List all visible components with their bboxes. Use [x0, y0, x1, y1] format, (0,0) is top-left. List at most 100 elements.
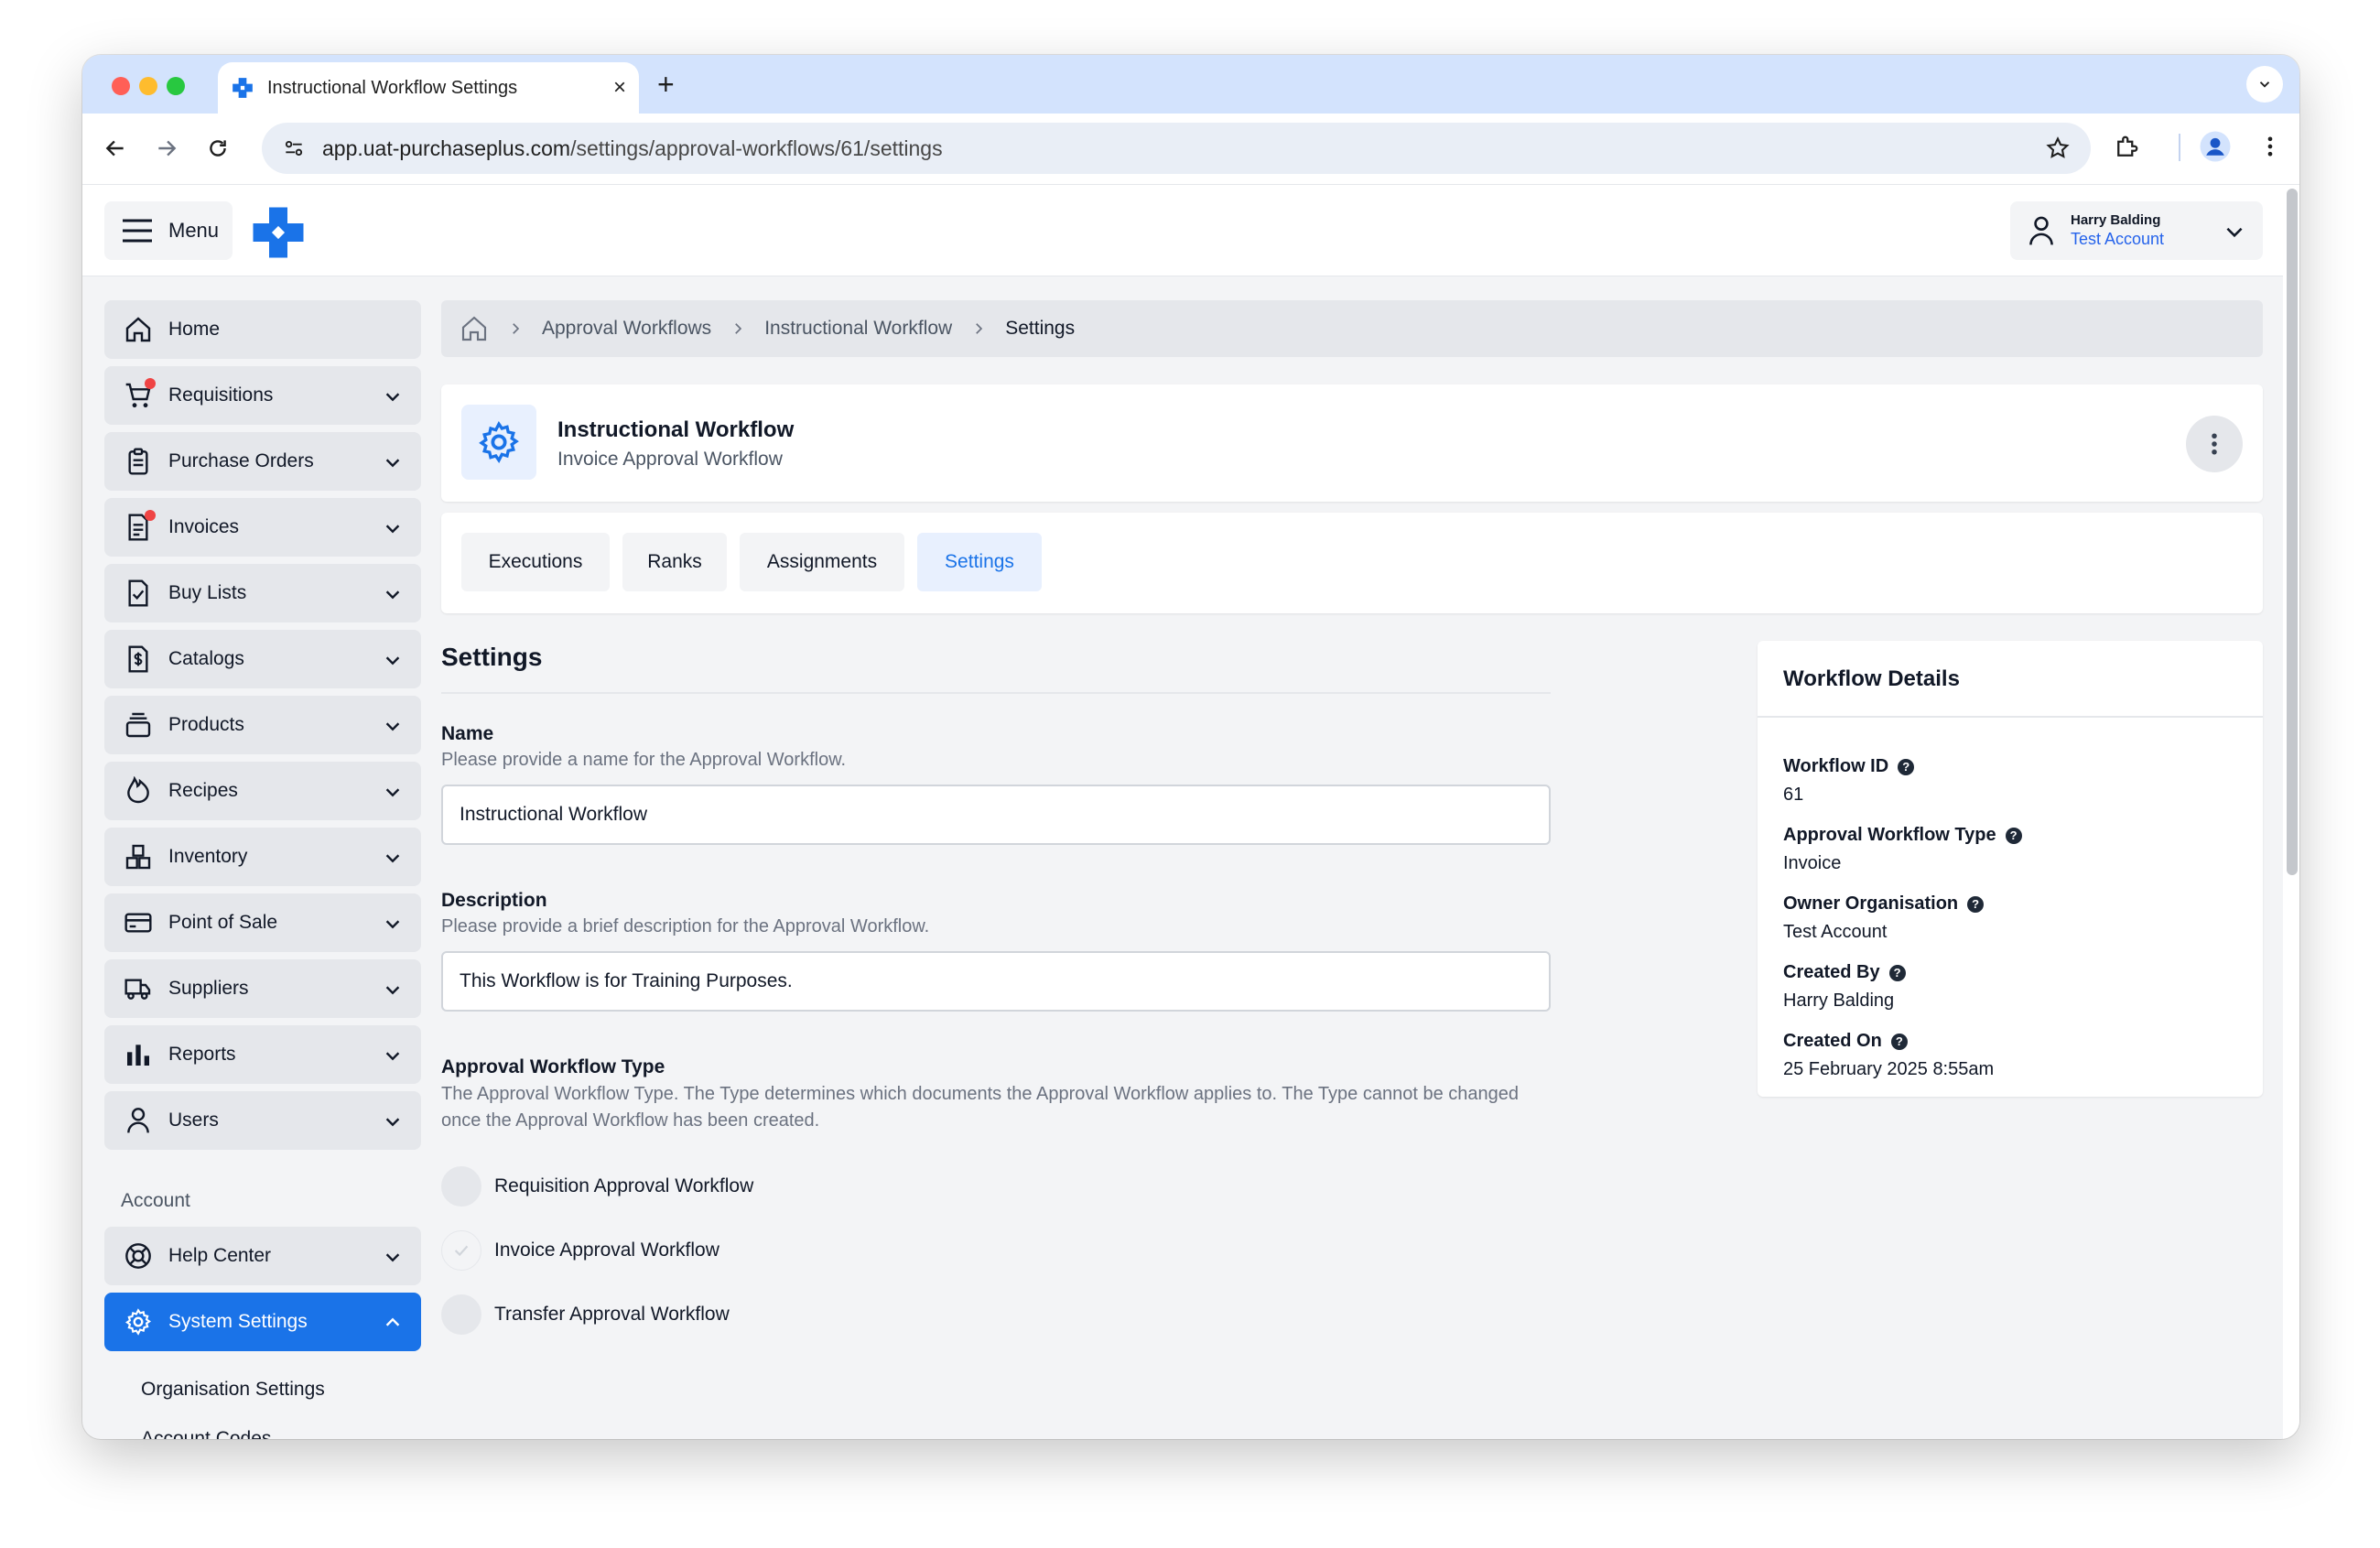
- radio-label: Transfer Approval Workflow: [494, 1304, 730, 1325]
- stack-icon: [123, 709, 154, 741]
- detail-label: Created On: [1783, 1031, 1882, 1051]
- user-account: Test Account: [2071, 230, 2165, 248]
- chevron-right-icon: [730, 320, 746, 337]
- description-help: Please provide a brief description for t…: [441, 916, 930, 936]
- chevron-right-icon: [507, 320, 524, 337]
- sidebar-item-catalogs[interactable]: Catalogs: [104, 630, 421, 688]
- sidebar-item-label: Invoices: [168, 516, 240, 537]
- sidebar-item-buy-lists[interactable]: Buy Lists: [104, 564, 421, 622]
- radio-button-selected[interactable]: [441, 1230, 481, 1271]
- user-menu[interactable]: Harry Balding Test Account: [2010, 201, 2263, 260]
- boxes-icon: [123, 841, 154, 872]
- detail-label: Approval Workflow Type: [1783, 825, 1996, 845]
- help-icon[interactable]: ?: [1967, 895, 1985, 913]
- sidebar-item-label: Products: [168, 714, 244, 735]
- back-button[interactable]: [101, 134, 130, 163]
- browser-tab[interactable]: Instructional Workflow Settings ×: [218, 62, 639, 114]
- user-icon: [123, 1105, 154, 1136]
- detail-value: Invoice: [1783, 853, 1842, 873]
- kebab-menu-icon: [2267, 136, 2273, 157]
- radio-button[interactable]: [441, 1166, 481, 1207]
- user-icon: [2029, 216, 2053, 245]
- name-field[interactable]: [441, 785, 1551, 845]
- maximize-window-button[interactable]: [167, 77, 185, 95]
- flame-icon: [123, 775, 154, 806]
- hamburger-icon: [123, 219, 152, 243]
- sidebar-item-products[interactable]: Products: [104, 696, 421, 754]
- divider: [441, 692, 1551, 694]
- sidebar-item-system-settings[interactable]: System Settings: [104, 1293, 421, 1351]
- sidebar-item-purchase-orders[interactable]: Purchase Orders: [104, 432, 421, 491]
- home-icon[interactable]: [460, 314, 489, 343]
- sidebar-item-label: Buy Lists: [168, 582, 247, 603]
- forward-button[interactable]: [152, 134, 181, 163]
- sidebar-item-users[interactable]: Users: [104, 1091, 421, 1150]
- toolbar-divider: [2179, 134, 2180, 161]
- minimize-window-button[interactable]: [139, 77, 157, 95]
- sidebar-item-label: Help Center: [168, 1245, 272, 1266]
- user-name: Harry Balding: [2071, 212, 2161, 228]
- purchaseplus-favicon-icon: [233, 78, 253, 98]
- breadcrumb: Approval Workflows Instructional Workflo…: [441, 300, 2263, 357]
- help-icon[interactable]: ?: [1898, 758, 1915, 775]
- close-window-button[interactable]: [112, 77, 130, 95]
- radio-button[interactable]: [441, 1294, 481, 1335]
- sidebar-item-suppliers[interactable]: Suppliers: [104, 959, 421, 1018]
- tab-assignments[interactable]: Assignments: [740, 533, 904, 591]
- radio-option-invoice[interactable]: Invoice Approval Workflow: [441, 1230, 719, 1271]
- profile-button[interactable]: [2199, 130, 2232, 168]
- sidebar-item-label: Requisitions: [168, 384, 274, 406]
- workflow-type-help: The Approval Workflow Type. The Type det…: [441, 1084, 1519, 1131]
- new-tab-button[interactable]: +: [657, 68, 675, 101]
- menu-button[interactable]: Menu: [104, 201, 233, 260]
- purchaseplus-logo-icon[interactable]: [251, 205, 306, 260]
- address-bar[interactable]: app.uat-purchaseplus.com/settings/approv…: [262, 123, 2091, 174]
- divider: [1758, 716, 2263, 718]
- chevron-down-icon: [385, 1052, 400, 1061]
- sidebar-item-home[interactable]: Home: [104, 300, 421, 359]
- page-scrollbar[interactable]: [2287, 189, 2298, 875]
- notification-dot: [145, 510, 156, 521]
- invoice-icon: [123, 510, 156, 543]
- more-options-button[interactable]: [2186, 416, 2243, 472]
- tab-close-icon[interactable]: ×: [613, 75, 626, 101]
- app-header: Menu Harry Balding Test Account: [82, 185, 2299, 276]
- bookmark-star-icon[interactable]: [2045, 135, 2071, 161]
- breadcrumb-instructional-workflow[interactable]: Instructional Workflow: [764, 318, 952, 340]
- tab-executions[interactable]: Executions: [461, 533, 610, 591]
- breadcrumb-approval-workflows[interactable]: Approval Workflows: [542, 318, 711, 340]
- chevron-down-icon: [385, 854, 400, 863]
- detail-workflow-id: Workflow ID? 61: [1783, 756, 1915, 806]
- chevron-down-icon: [385, 459, 400, 468]
- radio-option-transfer[interactable]: Transfer Approval Workflow: [441, 1294, 730, 1335]
- tab-ranks[interactable]: Ranks: [622, 533, 727, 591]
- radio-option-requisition[interactable]: Requisition Approval Workflow: [441, 1166, 753, 1207]
- tab-search-button[interactable]: [2246, 66, 2283, 103]
- help-icon[interactable]: ?: [1890, 1033, 1908, 1050]
- help-icon[interactable]: ?: [1888, 964, 1906, 981]
- site-settings-icon[interactable]: [282, 136, 306, 160]
- page-subtitle: Invoice Approval Workflow: [557, 449, 783, 470]
- reload-button[interactable]: [203, 134, 233, 163]
- sidebar-item-invoices[interactable]: Invoices: [104, 498, 421, 557]
- detail-owner-organisation: Owner Organisation? Test Account: [1783, 893, 1985, 943]
- help-icon[interactable]: ?: [2005, 827, 2022, 844]
- menu-label: Menu: [168, 219, 220, 242]
- settings-heading: Settings: [441, 643, 543, 671]
- sidebar-subitem-organisation-settings[interactable]: Organisation Settings: [104, 1359, 421, 1401]
- sidebar-item-requisitions[interactable]: Requisitions: [104, 366, 421, 425]
- sidebar-item-inventory[interactable]: Inventory: [104, 828, 421, 886]
- sidebar-item-reports[interactable]: Reports: [104, 1025, 421, 1084]
- sidebar-item-help-center[interactable]: Help Center: [104, 1227, 421, 1285]
- browser-menu-button[interactable]: [2257, 134, 2283, 164]
- tab-settings[interactable]: Settings: [917, 533, 1042, 591]
- checklist-icon: [123, 578, 154, 609]
- name-help: Please provide a name for the Approval W…: [441, 750, 847, 770]
- sidebar-subitem-account-codes[interactable]: Account Codes: [104, 1401, 421, 1439]
- sidebar-item-recipes[interactable]: Recipes: [104, 762, 421, 820]
- description-label: Description: [441, 890, 547, 911]
- sidebar-item-point-of-sale[interactable]: Point of Sale: [104, 893, 421, 952]
- description-field[interactable]: [441, 951, 1551, 1012]
- extensions-button[interactable]: [2113, 134, 2140, 166]
- detail-workflow-type: Approval Workflow Type? Invoice: [1783, 825, 2022, 874]
